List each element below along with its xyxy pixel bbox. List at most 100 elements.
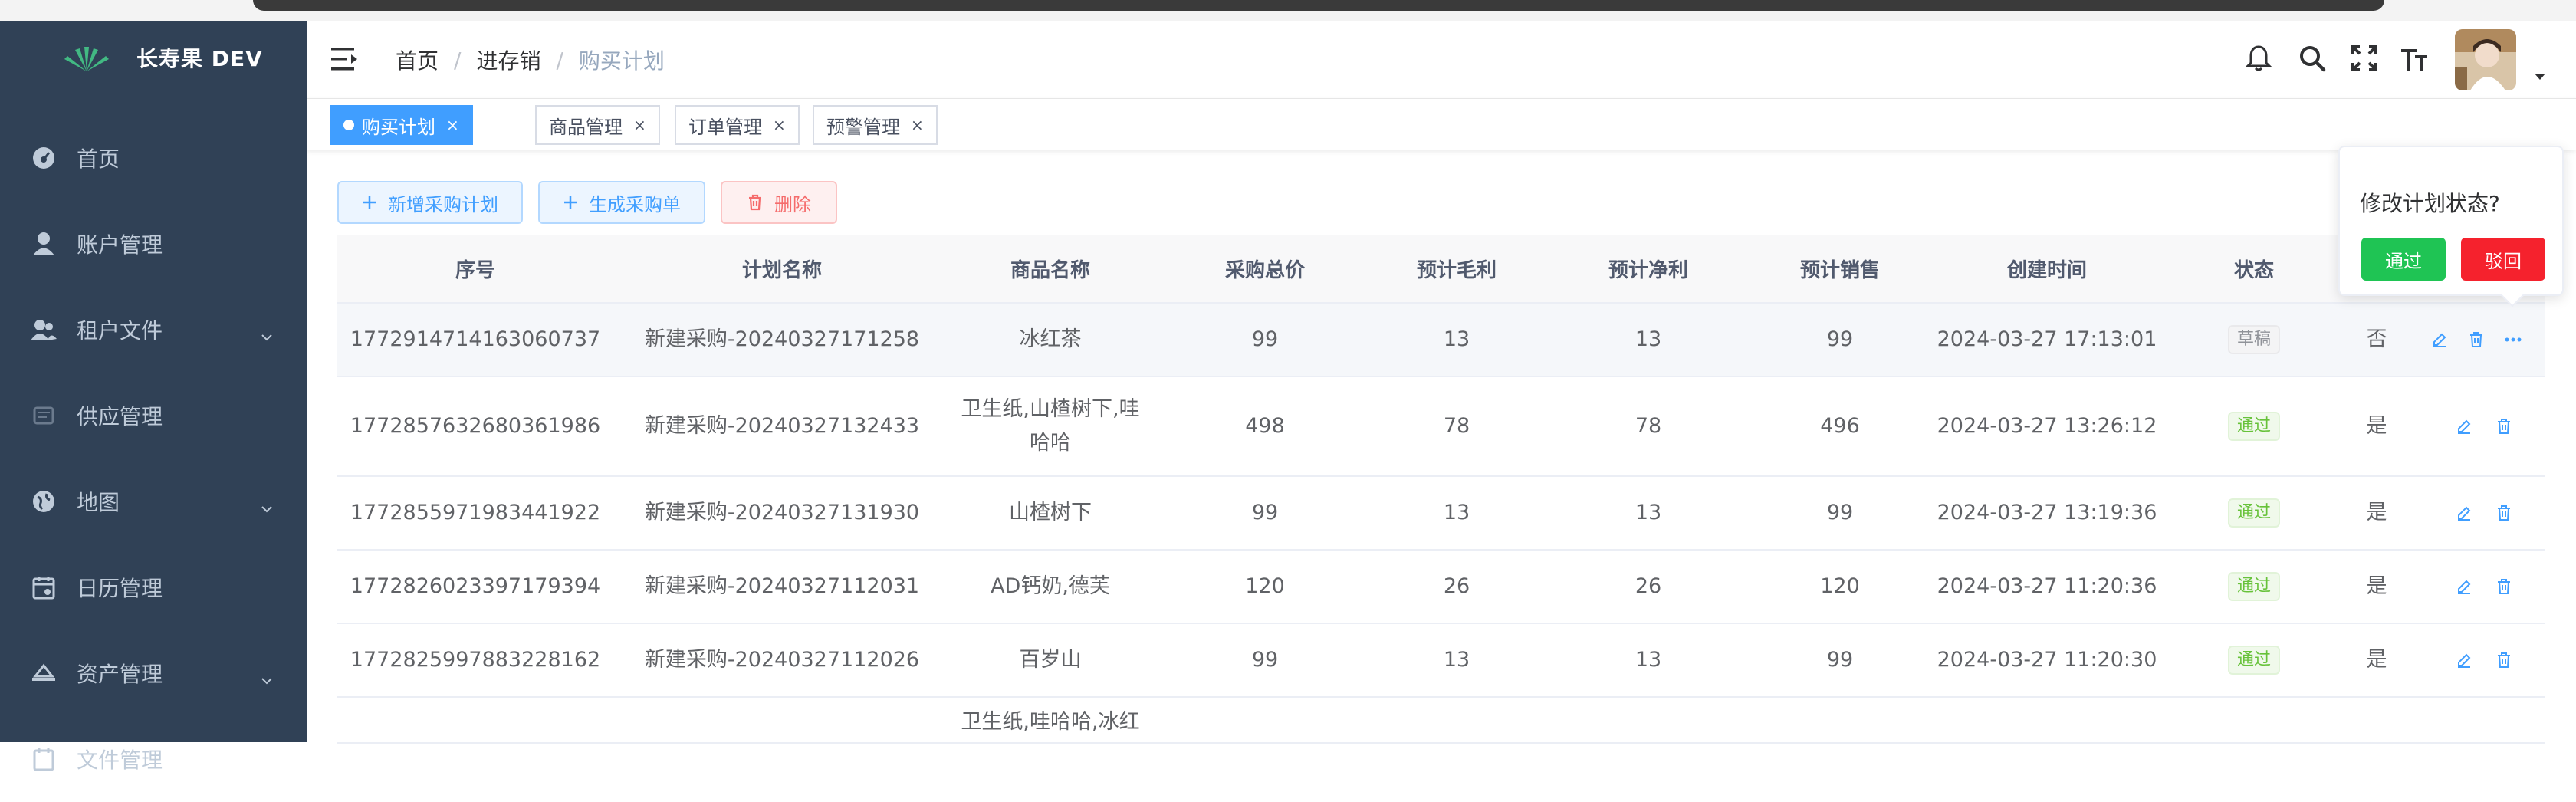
cell-effective: 否 [2366,327,2387,351]
edit-icon[interactable] [2455,577,2473,596]
popover-message: 修改计划状态? [2360,191,2500,216]
bell-icon[interactable] [2243,43,2274,74]
edit-icon[interactable] [2455,417,2473,436]
cell-goods: 卫生纸,哇哈哈,冰红 [961,710,1140,734]
plus-icon [362,195,377,210]
cell-gross: 26 [1443,574,1470,598]
table-row[interactable]: 1772855971983441922 新建采购-20240327131930 山楂… [337,477,2545,551]
cell-sales: 99 [1826,501,1854,524]
generate-order-label: 生成采购单 [589,193,681,215]
table-row[interactable]: 1772914714163060737 新建采购-20240327171258 冰红… [337,304,2545,377]
reject-button[interactable]: 驳回 [2461,238,2545,281]
breadcrumb-home[interactable]: 首页 [396,44,439,75]
sidebar-item-1[interactable]: 账户管理 [0,201,307,287]
peoples-icon [31,317,57,343]
trash-icon[interactable] [2495,577,2513,596]
sidebar-item-4[interactable]: 地图 [0,459,307,544]
close-icon[interactable]: × [773,116,786,134]
delete-label: 删除 [774,193,811,215]
row-action-group [2455,651,2513,669]
edit-icon[interactable] [2455,504,2473,522]
tag-label: 购买计划 [362,116,435,138]
cell-created: 2024-03-27 17:13:01 [1937,327,2157,351]
cell-total: 498 [1245,414,1285,438]
table-header: 序号计划名称商品名称采购总价预计毛利预计净利预计销售创建时间状态生效 [337,235,2545,304]
breadcrumb-inventory[interactable]: 进存销 [476,44,540,75]
table-row[interactable]: 1772825997883228162 新建采购-20240327112026 百岁… [337,624,2545,698]
more-icon[interactable] [2504,330,2522,349]
table-row[interactable]: 1772857632680361986 新建采购-20240327132433 卫生… [337,377,2545,477]
status-cell: 通过 [2177,477,2331,549]
cell-total: 99 [1251,501,1279,524]
status-badge: 通过 [2227,646,2280,675]
sidebar-item-label: 首页 [77,146,120,172]
fullscreen-icon[interactable] [2349,43,2380,74]
tag-purchase-plan[interactable]: 购买计划 × [330,105,473,145]
delete-button[interactable]: 删除 [721,181,837,224]
generate-order-button[interactable]: 生成采购单 [538,181,705,224]
cell-created: 2024-03-27 11:20:36 [1937,574,2157,598]
close-icon[interactable]: × [633,116,646,134]
chevron-down-icon [261,667,273,685]
column-header: 计划名称 [741,258,822,282]
chevron-down-icon[interactable] [2533,72,2547,81]
browser-address-bar [253,0,2384,11]
sidebar-item-6[interactable]: 资产管理 [0,630,307,716]
sidebar-item-label: 资产管理 [77,662,163,687]
table-row[interactable]: 卫生纸,哇哈哈,冰红 [337,698,2545,744]
breadcrumb-separator: / [454,47,462,73]
cell-created: 2024-03-27 11:20:30 [1937,648,2157,672]
breadcrumb-current: 购买计划 [578,48,665,74]
sidebar-item-0[interactable]: 首页 [0,115,307,201]
cell-gross: 13 [1443,501,1470,524]
trash-icon[interactable] [2495,504,2513,522]
cell-status [2177,698,2331,742]
trash-icon [747,194,764,211]
cell-gross [1380,698,1533,742]
tag-orders[interactable]: 订单管理 × [675,105,800,145]
column-header: 商品名称 [1010,258,1090,282]
column-header: 状态 [2233,258,2274,282]
edit-icon[interactable] [2455,651,2473,669]
trash-icon[interactable] [2495,651,2513,669]
trash-icon[interactable] [2467,330,2486,349]
cell-net: 13 [1635,327,1662,351]
supply-icon [31,403,57,429]
cell-gross: 13 [1443,327,1470,351]
cell-effective: 是 [2366,574,2387,598]
row-actions [2423,551,2545,623]
approve-button[interactable]: 通过 [2361,238,2446,281]
row-action-group [2430,330,2522,349]
close-icon[interactable]: × [911,116,924,134]
sidebar-menu: 首页账户管理 租户文件 供应管理 地图 日历管理资产管理文件管理 [0,115,307,802]
edit-icon[interactable] [2430,330,2449,349]
status-badge: 通过 [2227,412,2280,441]
tag-alerts[interactable]: 预警管理 × [813,105,938,145]
browser-top-bar [0,0,2576,21]
cell-gross: 13 [1443,648,1470,672]
add-plan-button[interactable]: 新增采购计划 [337,181,523,224]
cell-effective: 是 [2366,648,2387,672]
sidebar: 长寿果 DEV 首页 账户管理 租户文件 供应管理 地图 日历管理 资产管理 文件管理 [0,0,307,773]
avatar[interactable] [2455,29,2516,90]
cell-net [1533,698,1763,742]
add-plan-label: 新增采购计划 [388,193,498,215]
sidebar-item-5[interactable]: 日历管理 [0,544,307,630]
search-icon[interactable] [2297,43,2328,74]
tag-goods[interactable]: 商品管理 × [535,105,660,145]
font-size-icon[interactable] [2400,43,2430,74]
sidebar-item-7[interactable]: 文件管理 [0,716,307,802]
close-icon[interactable]: × [446,116,459,134]
row-actions [2423,477,2545,549]
sidebar-item-3[interactable]: 供应管理 [0,373,307,459]
hamburger-icon[interactable] [331,46,359,72]
tag-label: 商品管理 [549,116,623,138]
cell-name: 新建采购-20240327131930 [644,501,920,524]
purchase-plan-table: 序号计划名称商品名称采购总价预计毛利预计净利预计销售创建时间状态生效 17729… [337,235,2545,744]
sidebar-item-2[interactable]: 租户文件 [0,287,307,373]
cell-net: 26 [1635,574,1662,598]
status-popover: 修改计划状态? 通过 驳回 [2338,146,2564,307]
table-body: 1772914714163060737 新建采购-20240327171258 冰红… [337,304,2545,744]
table-row[interactable]: 1772826023397179394 新建采购-20240327112031 AD… [337,551,2545,624]
trash-icon[interactable] [2495,417,2513,436]
